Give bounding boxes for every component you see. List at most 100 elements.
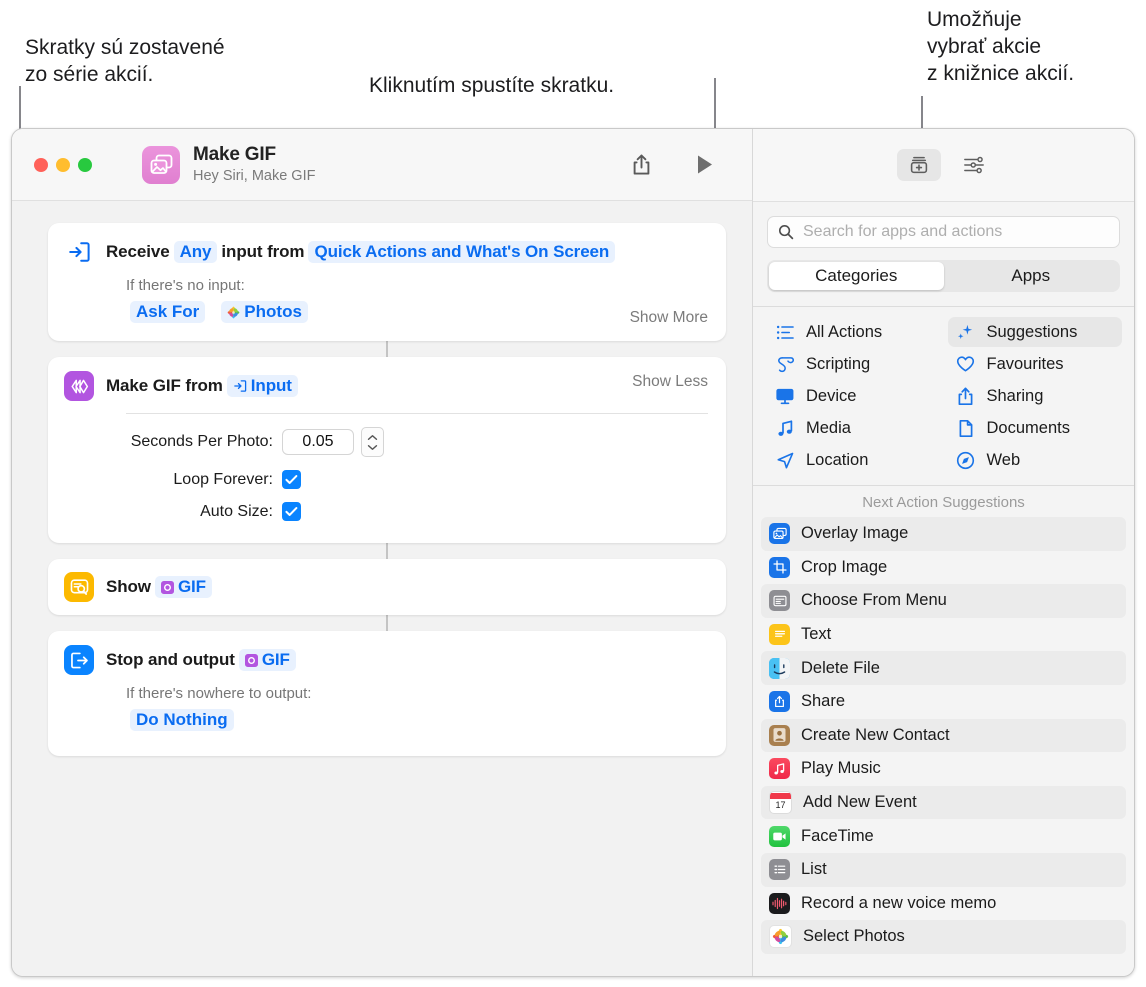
flow-connector: [386, 615, 388, 631]
photos-icon: [769, 925, 792, 949]
action-header: Stop and output GIF: [64, 645, 708, 675]
category-media[interactable]: Media: [767, 413, 942, 443]
loop-forever-checkbox[interactable]: [282, 470, 301, 489]
list-item-label: Choose From Menu: [801, 591, 947, 610]
list-item-label: Crop Image: [801, 557, 888, 576]
overlay-image-icon: [769, 523, 790, 545]
list-item[interactable]: Record a new voice memo: [761, 887, 1126, 921]
details-button[interactable]: [957, 150, 991, 180]
window-controls[interactable]: [34, 157, 92, 172]
token-gif[interactable]: GIF: [238, 649, 296, 671]
list-item-label: List: [801, 860, 827, 879]
list-item-label: Record a new voice memo: [801, 893, 997, 912]
token-input-type[interactable]: Any: [173, 241, 218, 263]
location-arrow-icon: [775, 450, 795, 470]
suggestions-list: Overlay Image Crop Image Choose From Men…: [753, 517, 1134, 976]
search-placeholder: Search for apps and actions: [803, 223, 1003, 240]
action-title-row: Receive Any input from Quick Actions and…: [106, 241, 619, 263]
token-gif[interactable]: GIF: [154, 576, 212, 598]
quick-look-icon: [64, 572, 94, 602]
action-card-show[interactable]: Show GIF: [48, 559, 726, 615]
category-label: Sharing: [986, 386, 1044, 405]
list-item[interactable]: 17 Add New Event: [761, 785, 1126, 820]
category-label: Media: [806, 418, 851, 437]
zoom-button[interactable]: [78, 157, 92, 172]
show-more-toggle[interactable]: Show More: [630, 309, 708, 327]
seconds-stepper[interactable]: [361, 427, 384, 457]
library-titlebar: [753, 129, 1134, 202]
finder-icon: [769, 657, 790, 679]
list-item[interactable]: Play Music: [761, 752, 1126, 786]
no-output-tokens: Do Nothing: [126, 709, 708, 731]
seconds-per-photo-input[interactable]: 0.05: [282, 429, 354, 455]
stop-output-icon: [64, 645, 94, 675]
scroll-icon: [775, 354, 795, 374]
action-card-make-gif[interactable]: Make GIF from Input Show Less Seconds Pe…: [48, 357, 726, 543]
no-input-label: If there's no input:: [126, 277, 245, 294]
action-flow: Receive Any input from Quick Actions and…: [12, 201, 752, 976]
display-icon: [775, 386, 795, 406]
token-ask-for[interactable]: Ask For: [130, 301, 206, 323]
show-less-toggle[interactable]: Show Less: [632, 373, 708, 391]
crop-image-icon: [769, 556, 790, 578]
list-item-label: Share: [801, 692, 846, 711]
tab-categories[interactable]: Categories: [769, 262, 944, 290]
category-label: Suggestions: [986, 322, 1078, 341]
list-icon: [769, 859, 790, 881]
search-icon: [778, 224, 794, 240]
list-item[interactable]: Choose From Menu: [761, 584, 1126, 618]
heart-icon: [956, 354, 976, 374]
action-title-row: Show GIF: [106, 576, 216, 598]
category-all-actions[interactable]: All Actions: [767, 317, 942, 347]
action-library-pane: Search for apps and actions Categories A…: [753, 129, 1134, 976]
auto-size-checkbox[interactable]: [282, 502, 301, 521]
action-card-receive[interactable]: Receive Any input from Quick Actions and…: [48, 223, 726, 341]
token-input-source[interactable]: Quick Actions and What's On Screen: [308, 241, 616, 263]
run-button[interactable]: [688, 150, 722, 180]
minimize-button[interactable]: [56, 157, 70, 172]
share-button[interactable]: [624, 150, 658, 180]
library-segmented-control[interactable]: Categories Apps: [767, 260, 1120, 292]
action-title-row: Stop and output GIF: [106, 649, 300, 671]
action-mid-text: input from: [221, 242, 305, 261]
action-library-button[interactable]: [896, 149, 941, 181]
category-device[interactable]: Device: [767, 381, 942, 411]
gif-variable-icon: [160, 580, 174, 594]
action-card-stop-output[interactable]: Stop and output GIF If there's nowhere t…: [48, 631, 726, 756]
list-item-label: Text: [801, 625, 832, 644]
search-input[interactable]: Search for apps and actions: [767, 216, 1120, 248]
list-item[interactable]: List: [761, 852, 1126, 887]
categories-grid: All Actions Suggestions Scripting Favour…: [753, 307, 1134, 485]
checkmark-icon: [285, 507, 298, 516]
list-item[interactable]: FaceTime: [761, 819, 1126, 853]
chevron-down-icon: [367, 444, 378, 450]
action-header: Show GIF: [64, 572, 216, 602]
facetime-icon: [769, 825, 790, 847]
list-item[interactable]: Create New Contact: [761, 718, 1126, 753]
token-input[interactable]: Input: [226, 375, 298, 397]
category-favourites[interactable]: Favourites: [948, 349, 1123, 379]
close-button[interactable]: [34, 157, 48, 172]
action-verb: Make GIF from: [106, 376, 223, 395]
list-item[interactable]: Share: [761, 685, 1126, 719]
category-label: Web: [986, 450, 1021, 469]
music-note-icon: [775, 418, 795, 438]
list-item[interactable]: Select Photos: [761, 920, 1126, 954]
list-item[interactable]: Overlay Image: [761, 517, 1126, 551]
text-icon: [769, 624, 790, 646]
no-input-tokens: Ask For Photos: [126, 301, 708, 323]
music-icon: [769, 758, 790, 780]
list-item[interactable]: Crop Image: [761, 551, 1126, 585]
category-scripting[interactable]: Scripting: [767, 349, 942, 379]
category-location[interactable]: Location: [767, 445, 942, 475]
tab-apps[interactable]: Apps: [944, 262, 1119, 290]
list-item[interactable]: Text: [761, 618, 1126, 652]
token-photos[interactable]: Photos: [221, 301, 308, 323]
shortcuts-window: Make GIF Hey Siri, Make GIF Receive Any …: [11, 128, 1135, 977]
category-suggestions[interactable]: Suggestions: [947, 317, 1122, 347]
category-web[interactable]: Web: [948, 445, 1123, 475]
category-sharing[interactable]: Sharing: [948, 381, 1123, 411]
category-documents[interactable]: Documents: [948, 413, 1123, 443]
list-item[interactable]: Delete File: [761, 651, 1126, 685]
token-do-nothing[interactable]: Do Nothing: [130, 709, 234, 731]
